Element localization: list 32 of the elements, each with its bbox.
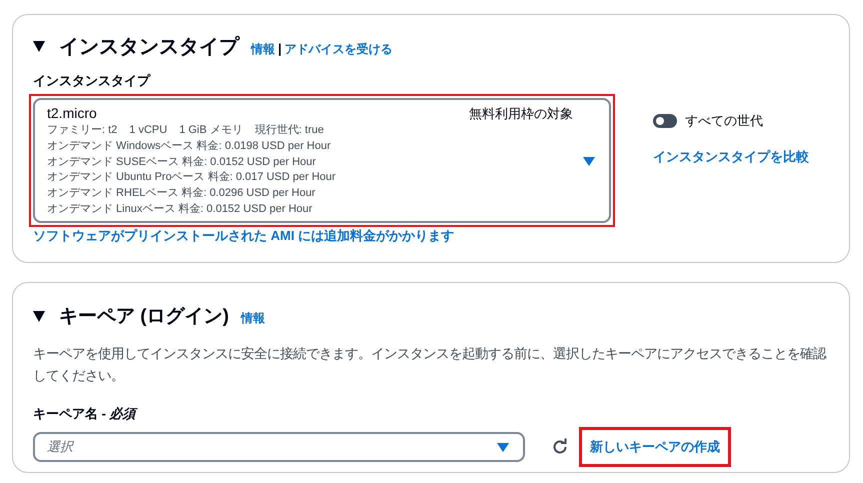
advice-link[interactable]: アドバイスを受ける bbox=[284, 41, 393, 58]
instance-detail: 1 GiB メモリ bbox=[179, 123, 243, 138]
instance-detail: ファミリー: t2 bbox=[47, 123, 118, 138]
price-line: オンデマンド Ubuntu Proベース 料金: 0.017 USD per Hour bbox=[47, 170, 337, 186]
collapse-toggle-icon[interactable] bbox=[33, 310, 45, 322]
description-text: キーペアを使用してインスタンスに安全に接続できます。インスタンスを起動する前に、選択したキーペアにアクセスできることを確認してください。 bbox=[33, 345, 828, 385]
instance-detail: 現行世代: true bbox=[254, 123, 324, 138]
price-line: オンデマンド SUSEベース 料金: 0.0152 USD per Hour bbox=[47, 154, 317, 170]
collapse-toggle-icon[interactable] bbox=[33, 41, 45, 52]
section-title: キーペア (ログイン) bbox=[59, 305, 229, 329]
price-line: オンデマンド Windowsベース 料金: 0.0198 USD per Hour bbox=[47, 138, 332, 154]
toggle-switch[interactable] bbox=[653, 114, 677, 128]
toggle-label: すべての世代 bbox=[685, 112, 763, 130]
ami-pricing-link[interactable]: ソフトウェアがプリインストールされた AMI には追加料金がかかります bbox=[33, 226, 623, 245]
field-label: インスタンスタイプ bbox=[33, 72, 152, 90]
compare-link[interactable]: インスタンスタイプを比較 bbox=[653, 148, 809, 166]
free-tier-label: 無料利用枠の対象 bbox=[469, 105, 573, 123]
create-key-pair-link[interactable]: 新しいキーペアの作成 bbox=[579, 427, 731, 467]
info-link[interactable]: 情報 bbox=[251, 41, 275, 58]
instance-detail: 1 vCPU bbox=[129, 123, 168, 138]
caret-icon bbox=[497, 442, 509, 452]
price-line: オンデマンド Linuxベース 料金: 0.0152 USD per Hour bbox=[47, 202, 314, 217]
field-label: キーペア名 - 必須 bbox=[33, 405, 139, 423]
caret-icon bbox=[583, 156, 595, 166]
separator-text: | bbox=[278, 41, 282, 56]
key-pair-select[interactable]: 選択 bbox=[33, 432, 525, 462]
price-line: オンデマンド RHELベース 料金: 0.0296 USD per Hour bbox=[47, 186, 316, 202]
refresh-icon[interactable] bbox=[551, 438, 569, 456]
instance-name: t2.micro bbox=[47, 105, 97, 123]
instance-type-select[interactable] bbox=[33, 98, 611, 223]
section-title: インスタンスタイプ bbox=[59, 34, 239, 60]
info-link[interactable]: 情報 bbox=[240, 310, 265, 327]
